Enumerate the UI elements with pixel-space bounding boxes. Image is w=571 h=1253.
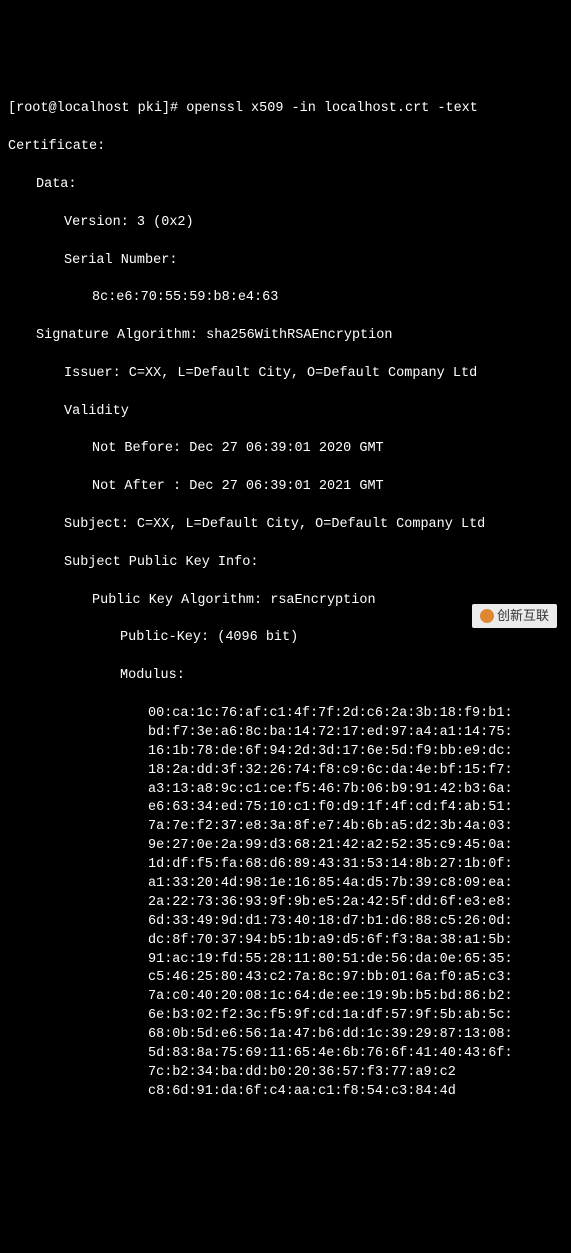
subject-line: Subject: C=XX, L=Default City, O=Default… bbox=[8, 516, 563, 535]
modulus-line: e6:63:34:ed:75:10:c1:f0:d9:1f:4f:cd:f4:a… bbox=[8, 799, 563, 818]
modulus-line: 7c:b2:34:ba:dd:b0:20:36:57:f3:77:a9:c2 bbox=[8, 1064, 563, 1083]
public-key-size: Public-Key: (4096 bit) bbox=[8, 629, 563, 648]
modulus-line: 6e:b3:02:f2:3c:f5:9f:cd:1a:df:57:9f:5b:a… bbox=[8, 1007, 563, 1026]
modulus-line: a1:33:20:4d:98:1e:16:85:4a:d5:7b:39:c8:0… bbox=[8, 875, 563, 894]
version-line: Version: 3 (0x2) bbox=[8, 214, 563, 233]
modulus-line: 2a:22:73:36:93:9f:9b:e5:2a:42:5f:dd:6f:e… bbox=[8, 894, 563, 913]
modulus-line: 00:ca:1c:76:af:c1:4f:7f:2d:c6:2a:3b:18:f… bbox=[8, 705, 563, 724]
data-label: Data: bbox=[8, 176, 563, 195]
modulus-line: bd:f7:3e:a6:8c:ba:14:72:17:ed:97:a4:a1:1… bbox=[8, 724, 563, 743]
not-after-line: Not After : Dec 27 06:39:01 2021 GMT bbox=[8, 478, 563, 497]
spki-label: Subject Public Key Info: bbox=[8, 554, 563, 573]
modulus-line: c8:6d:91:da:6f:c4:aa:c1:f8:54:c3:84:4d bbox=[8, 1083, 563, 1102]
watermark-badge: 创新互联 bbox=[472, 604, 557, 628]
watermark-text: 创新互联 bbox=[497, 607, 549, 625]
modulus-line: 91:ac:19:fd:55:28:11:80:51:de:56:da:0e:6… bbox=[8, 951, 563, 970]
serial-number-label: Serial Number: bbox=[8, 252, 563, 271]
not-before-line: Not Before: Dec 27 06:39:01 2020 GMT bbox=[8, 440, 563, 459]
issuer-line: Issuer: C=XX, L=Default City, O=Default … bbox=[8, 365, 563, 384]
modulus-line: dc:8f:70:37:94:b5:1b:a9:d5:6f:f3:8a:38:a… bbox=[8, 932, 563, 951]
modulus-line: 68:0b:5d:e6:56:1a:47:b6:dd:1c:39:29:87:1… bbox=[8, 1026, 563, 1045]
modulus-line: a3:13:a8:9c:c1:ce:f5:46:7b:06:b9:91:42:b… bbox=[8, 781, 563, 800]
modulus-line: 16:1b:78:de:6f:94:2d:3d:17:6e:5d:f9:bb:e… bbox=[8, 743, 563, 762]
modulus-line: 18:2a:dd:3f:32:26:74:f8:c9:6c:da:4e:bf:1… bbox=[8, 762, 563, 781]
serial-number-value: 8c:e6:70:55:59:b8:e4:63 bbox=[8, 289, 563, 308]
signature-algorithm: Signature Algorithm: sha256WithRSAEncryp… bbox=[8, 327, 563, 346]
modulus-line: 7a:c0:40:20:08:1c:64:de:ee:19:9b:b5:bd:8… bbox=[8, 988, 563, 1007]
validity-label: Validity bbox=[8, 403, 563, 422]
modulus-line: 1d:df:f5:fa:68:d6:89:43:31:53:14:8b:27:1… bbox=[8, 856, 563, 875]
certificate-header: Certificate: bbox=[8, 138, 563, 157]
shell-prompt-line: [root@localhost pki]# openssl x509 -in l… bbox=[8, 100, 563, 119]
modulus-line: 6d:33:49:9d:d1:73:40:18:d7:b1:d6:88:c5:2… bbox=[8, 913, 563, 932]
modulus-label: Modulus: bbox=[8, 667, 563, 686]
terminal-output: [root@localhost pki]# openssl x509 -in l… bbox=[8, 82, 563, 1121]
modulus-line: 9e:27:0e:2a:99:d3:68:21:42:a2:52:35:c9:4… bbox=[8, 837, 563, 856]
modulus-line: c5:46:25:80:43:c2:7a:8c:97:bb:01:6a:f0:a… bbox=[8, 969, 563, 988]
watermark-icon bbox=[480, 609, 494, 623]
modulus-data: 00:ca:1c:76:af:c1:4f:7f:2d:c6:2a:3b:18:f… bbox=[8, 705, 563, 1102]
modulus-line: 7a:7e:f2:37:e8:3a:8f:e7:4b:6b:a5:d2:3b:4… bbox=[8, 818, 563, 837]
modulus-line: 5d:83:8a:75:69:11:65:4e:6b:76:6f:41:40:4… bbox=[8, 1045, 563, 1064]
